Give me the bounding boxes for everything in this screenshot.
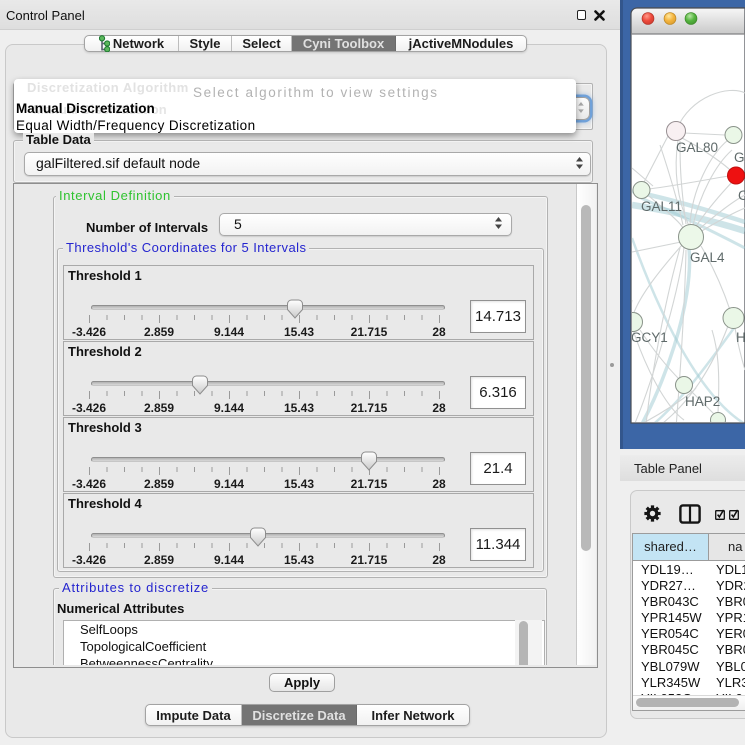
svg-text:C: C: [738, 188, 745, 203]
svg-text:GCY1: GCY1: [631, 330, 668, 345]
svg-text:GAL80: GAL80: [676, 140, 718, 155]
svg-text:HAP2: HAP2: [685, 394, 720, 409]
svg-text:GAL4: GAL4: [690, 250, 725, 265]
svg-text:GAL11: GAL11: [641, 199, 682, 214]
svg-text:GA: GA: [734, 150, 745, 165]
svg-text:H: H: [736, 330, 745, 345]
